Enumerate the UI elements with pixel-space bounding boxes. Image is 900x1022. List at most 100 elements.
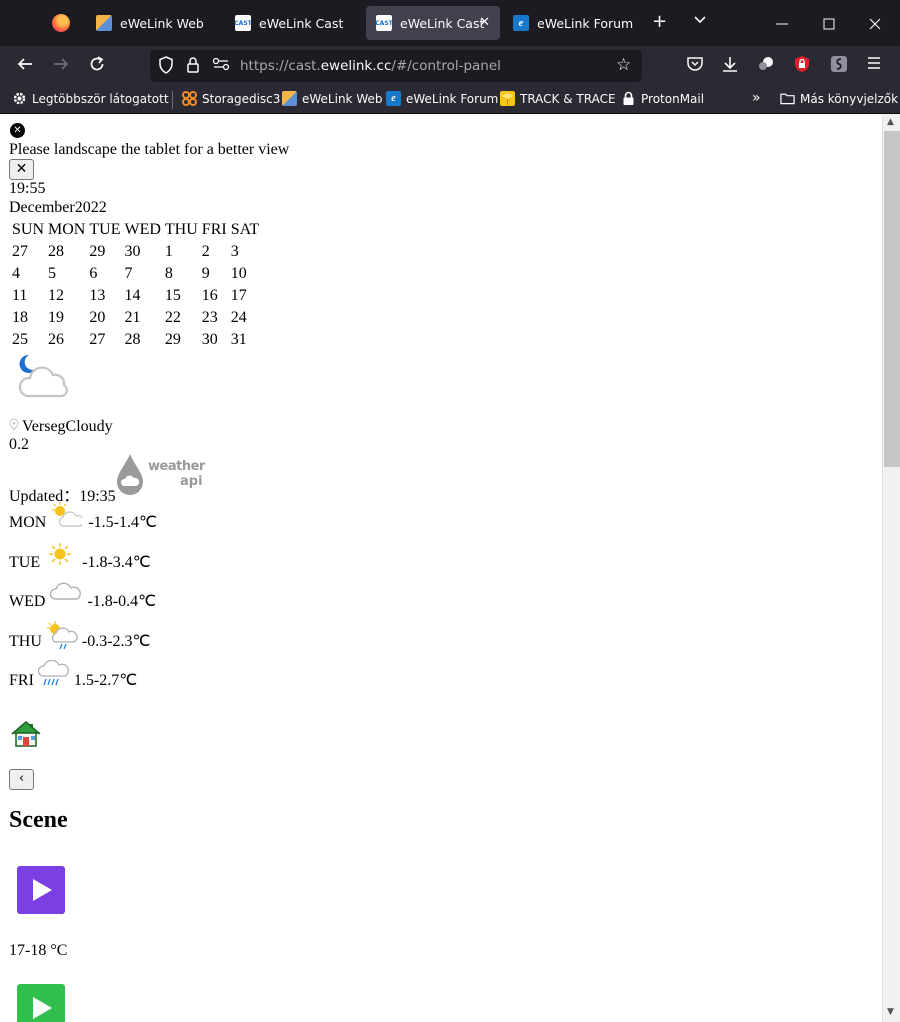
bookmark-ewelink-forum[interactable]: e eWeLink Forum (386, 91, 498, 106)
forecast-day: WED (9, 593, 46, 610)
scene-title: Scene (9, 807, 68, 833)
weather-location-row: Verseg Cloudy (9, 418, 113, 436)
bookmark-label: Storagedisc3 (202, 91, 281, 106)
cloud-icon (49, 581, 82, 611)
scene-play-button[interactable] (17, 984, 65, 1022)
calendar-day: 16 (201, 287, 218, 304)
hamburger-menu-icon[interactable] (866, 55, 882, 77)
partly-cloudy-icon (50, 502, 85, 532)
calendar-day: 5 (48, 265, 57, 282)
tab-bar: eWeLink Web CAST eWeLink Cast CAST eWeLi… (0, 0, 900, 46)
tab-label: eWeLink Cast (259, 15, 344, 31)
tab-ewelink-forum[interactable]: e eWeLink Forum (503, 6, 637, 40)
url-text[interactable]: https://cast.ewelink.cc/#/control-panel (240, 58, 501, 74)
back-button[interactable]: ‹ (9, 769, 34, 790)
calendar-day: 24 (230, 309, 247, 326)
new-tab-icon[interactable]: + (652, 12, 667, 32)
sidebery-icon[interactable] (830, 55, 848, 79)
calendar-day: 18 (12, 309, 28, 326)
tab-ewelink-web[interactable]: eWeLink Web (86, 6, 220, 40)
weather-location: Verseg (22, 418, 66, 435)
tab-ewelink-cast-active[interactable]: CAST eWeLink Cast ✕ (366, 6, 500, 40)
calendar-day: 13 (89, 287, 106, 304)
forecast-row-fri: FRI 1.5-2.7℃ (9, 659, 137, 690)
calendar-day: 21 (124, 309, 141, 326)
calendar-day: 23 (201, 309, 218, 326)
weather-value: 0.2 (9, 436, 29, 453)
weekday: MON (48, 221, 86, 238)
tracking-shield-icon[interactable] (158, 56, 174, 78)
url-prefix: https://cast. (240, 58, 321, 74)
forecast-range: -1.8-3.4℃ (82, 554, 151, 571)
scene-label: 17-18 °C (9, 942, 68, 959)
weatherapi-api: api (180, 474, 203, 489)
forecast-row-mon: MON -1.5-1.4℃ (9, 502, 157, 532)
scrollbar-thumb[interactable] (884, 131, 900, 467)
list-tabs-icon[interactable] (692, 11, 708, 32)
more-bookmarks-chevron-icon[interactable]: » (752, 90, 761, 106)
minimize-icon[interactable] (776, 16, 788, 34)
bookmark-label: ProtonMail (641, 91, 705, 106)
scroll-up-icon[interactable]: ▲ (887, 117, 894, 127)
scene-play-button[interactable] (17, 866, 65, 914)
forecast-range: -1.8-0.4℃ (87, 593, 157, 610)
permissions-icon[interactable] (212, 56, 230, 76)
calendar-week: 27 28 29 30 1 2 3 (11, 242, 260, 262)
address-bar[interactable]: https://cast.ewelink.cc/#/control-panel … (150, 50, 642, 82)
page-scrollbar[interactable]: ▲ ▼ (882, 114, 900, 1022)
calendar-day: 8 (164, 265, 173, 282)
calendar-day: 3 (230, 243, 239, 260)
weekday: TUE (89, 221, 121, 238)
padlock-icon[interactable] (186, 56, 200, 78)
downloads-icon[interactable] (721, 55, 739, 79)
ewelink-forum-icon: e (386, 91, 401, 106)
calendar-day: 4 (12, 265, 20, 282)
bookmark-most-visited[interactable]: Legtöbbször látogatott (12, 91, 169, 106)
calendar-week: 4 5 6 7 8 9 10 (11, 264, 260, 284)
maximize-icon[interactable] (823, 16, 835, 34)
calendar-day: 31 (230, 331, 247, 348)
weatherapi-word: weather (148, 459, 205, 474)
ublock-icon[interactable] (793, 55, 811, 79)
close-button[interactable]: ✕ (9, 159, 34, 180)
calendar-day: 17 (230, 287, 247, 304)
bookmark-label: Más könyvjelzők (800, 91, 899, 106)
tab-ewelink-cast[interactable]: CAST eWeLink Cast (225, 6, 359, 40)
bookmark-separator (172, 91, 173, 109)
ewelink-cast-icon: CAST (234, 15, 252, 31)
reload-icon[interactable] (88, 55, 106, 79)
scroll-down-icon[interactable]: ▼ (887, 1007, 894, 1017)
calendar-day: 28 (48, 243, 65, 260)
calendar-day: 27 (89, 331, 106, 348)
sun-rain-icon (46, 621, 78, 651)
calendar-year: 2022 (74, 199, 107, 216)
bookmark-label: Legtöbbször látogatott (32, 91, 169, 106)
calendar-header: December2022 (9, 199, 107, 217)
weekday: SAT (230, 221, 260, 238)
pocket-icon[interactable] (686, 55, 704, 79)
tab-label: eWeLink Cast (400, 15, 485, 31)
other-bookmarks[interactable]: Más könyvjelzők (780, 91, 898, 106)
page-viewport: ✕ Please landscape the tablet for a bett… (0, 114, 882, 1022)
calendar-day: 26 (48, 331, 65, 348)
close-tab-icon[interactable]: ✕ (479, 15, 490, 30)
dismiss-notice-icon[interactable]: ✕ (10, 123, 25, 138)
bookmark-track-trace[interactable]: TRACK & TRACE (500, 91, 616, 106)
calendar-body: 27 28 29 30 1 2 3 4 5 6 7 8 9 10 11 12 13 14 15 16 17 18 19 20 2… (11, 242, 260, 350)
calendar-day: 2 (201, 243, 210, 260)
play-icon (33, 879, 52, 901)
back-arrow-icon[interactable] (16, 55, 34, 79)
bookmark-star-icon[interactable]: ☆ (616, 55, 631, 75)
firefox-logo-icon[interactable] (52, 14, 70, 32)
bookmark-protonmail[interactable]: ProtonMail (621, 91, 704, 106)
forecast-range: -1.5-1.4℃ (88, 514, 157, 531)
calendar-day: 1 (164, 243, 173, 260)
tab-label: eWeLink Web (120, 15, 204, 31)
home-icon[interactable] (11, 720, 43, 748)
forward-arrow-icon[interactable] (52, 55, 70, 79)
weekday: SUN (12, 221, 45, 238)
window-close-icon[interactable] (869, 16, 881, 34)
bookmark-storagedisc3[interactable]: Storagedisc3 (182, 91, 280, 106)
bookmark-ewelink-web[interactable]: eWeLink Web (282, 91, 382, 106)
extension-icon[interactable] (757, 55, 775, 79)
